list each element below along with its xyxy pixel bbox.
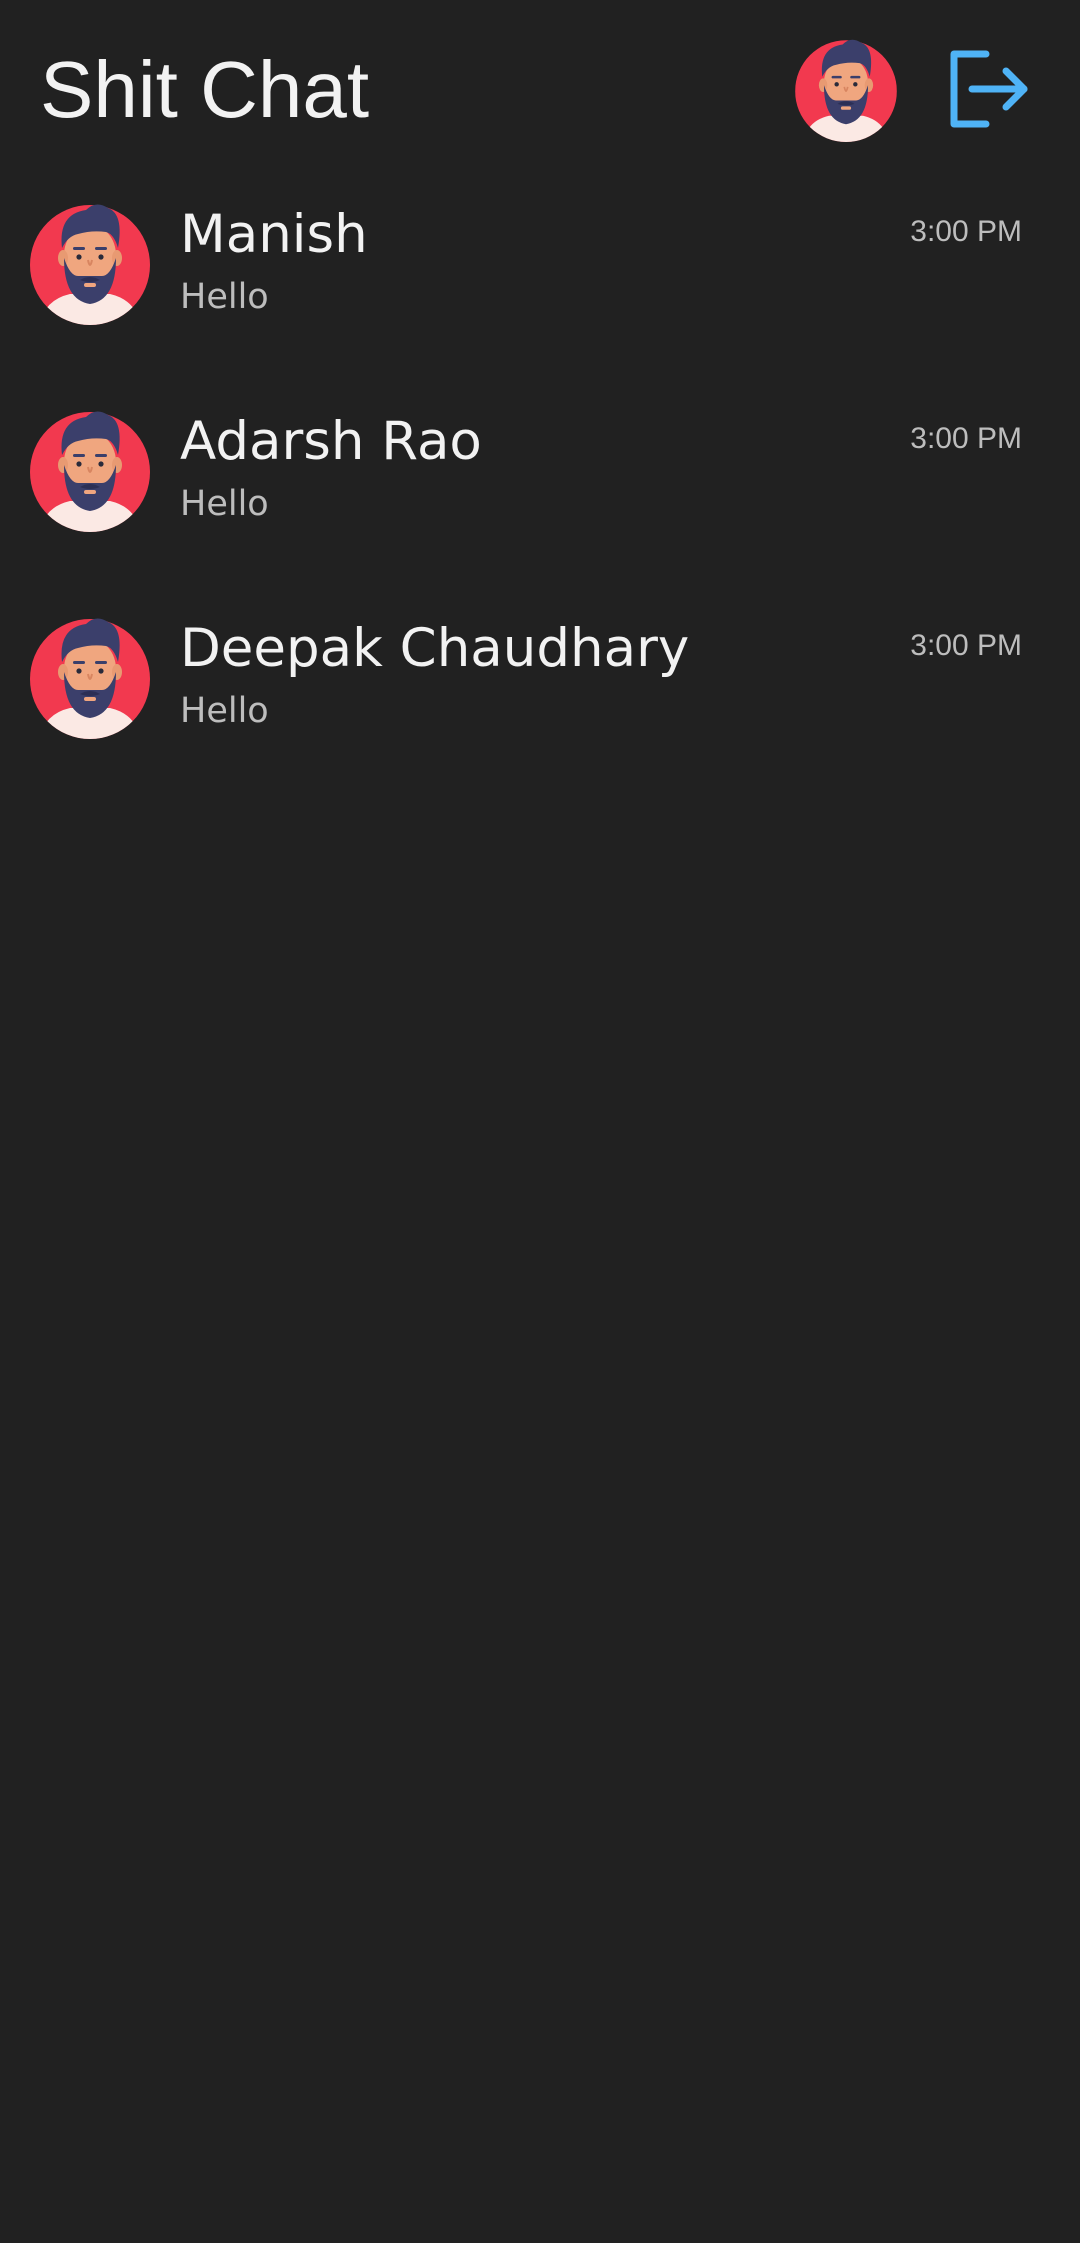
avatar [30,200,150,325]
chat-app: Shit Chat Manish Hello 3:00 PM Adarsh Ra… [0,0,1080,2243]
chat-list-item[interactable]: Manish Hello 3:00 PM [0,180,1080,387]
contact-name: Deepak Chaudhary [180,618,690,679]
message-time: 3:00 PM [910,215,1022,248]
last-message: Hello [180,277,269,317]
app-header: Shit Chat [0,0,1080,180]
last-message: Hello [180,691,269,731]
logout-button[interactable] [946,48,1032,130]
app-title: Shit Chat [40,45,370,134]
chat-list-item[interactable]: Deepak Chaudhary Hello 3:00 PM [0,594,1080,801]
message-time: 3:00 PM [910,629,1022,662]
avatar [30,614,150,739]
chat-list-item[interactable]: Adarsh Rao Hello 3:00 PM [0,387,1080,594]
avatar [30,407,150,532]
contact-name: Adarsh Rao [180,411,482,472]
last-message: Hello [180,484,269,524]
contact-name: Manish [180,204,368,265]
user-avatar-icon[interactable] [793,36,899,142]
logout-icon [950,50,1028,128]
message-time: 3:00 PM [910,422,1022,455]
chat-list: Manish Hello 3:00 PM Adarsh Rao Hello 3:… [0,180,1080,801]
